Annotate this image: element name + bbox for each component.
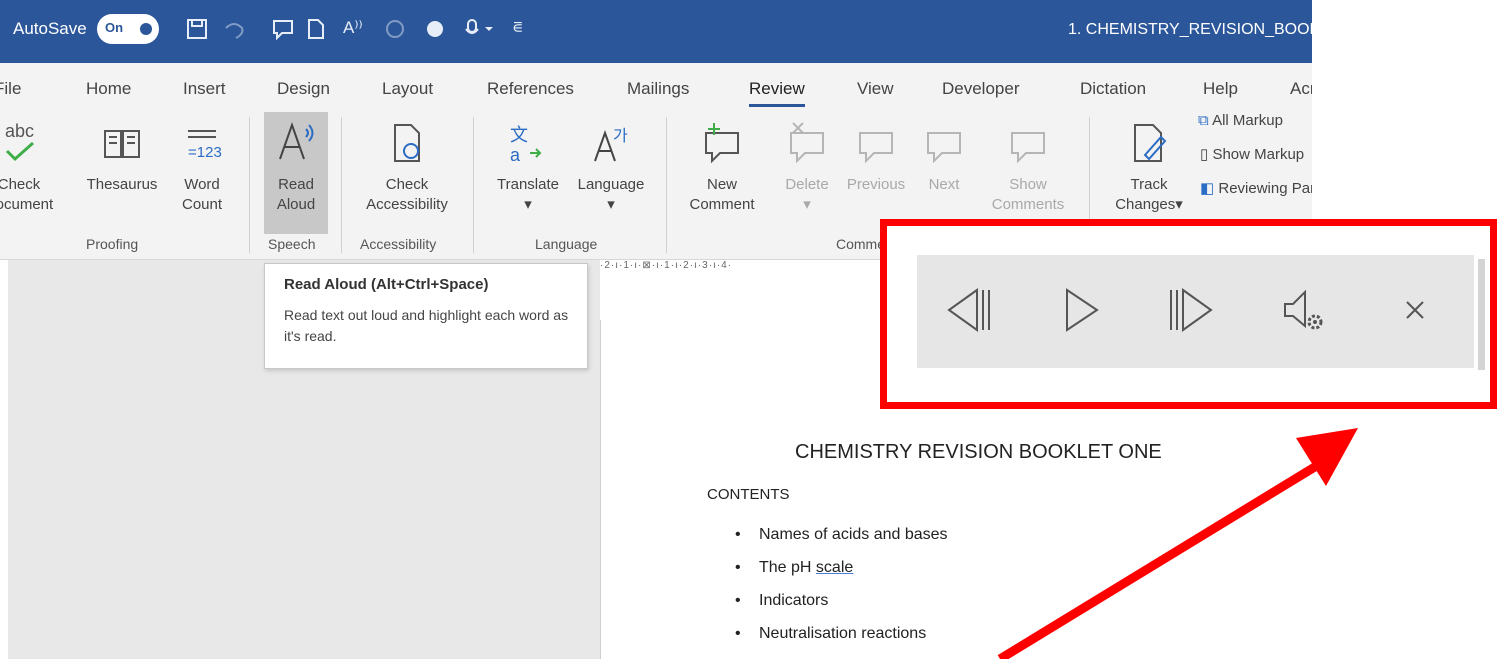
arrow-shaft [997,461,1321,659]
annotation-arrow [997,428,1358,659]
